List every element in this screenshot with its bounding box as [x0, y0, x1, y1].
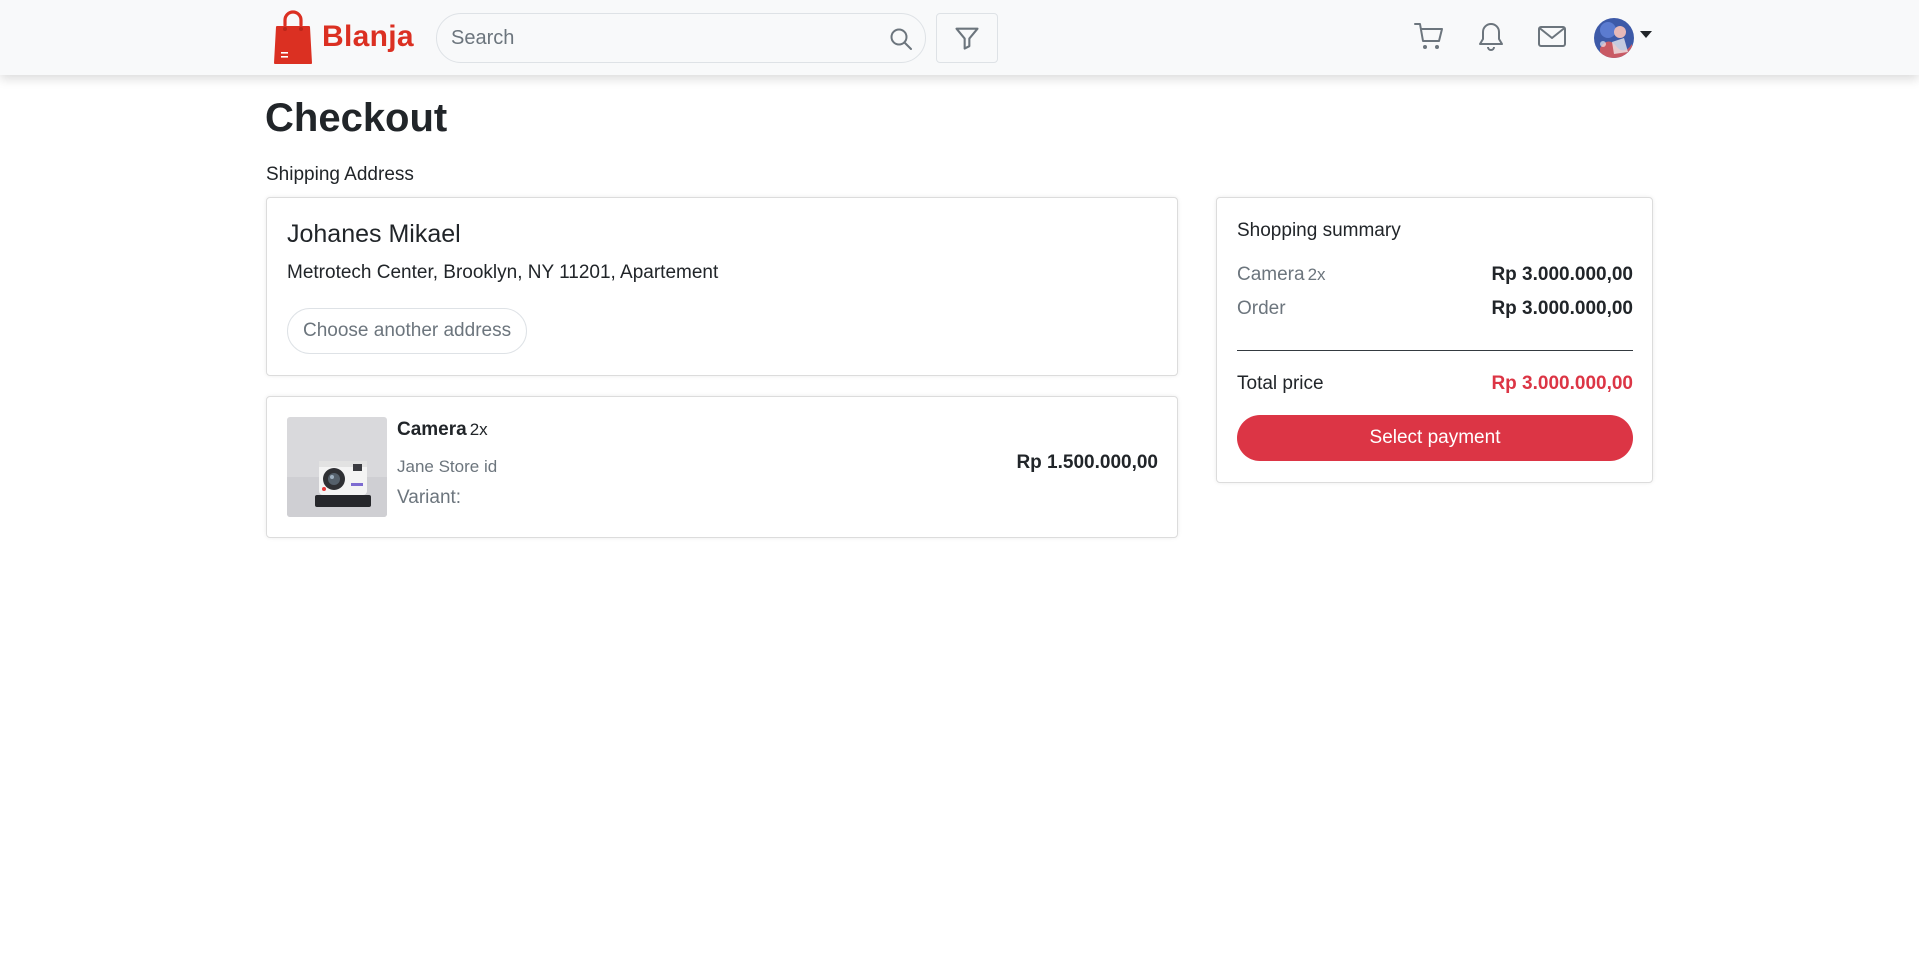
logo-bag-icon: [274, 10, 312, 64]
product-card: Camera 2x Jane Store id Variant: Rp 1.500…: [266, 396, 1178, 538]
navbar: Blanja: [0, 0, 1919, 75]
summary-item-value: Rp 3.000.000,00: [1491, 298, 1633, 319]
product-quantity: 2x: [469, 420, 488, 439]
summary-item-label: Camera 2x: [1237, 264, 1326, 285]
product-variant: Variant:: [397, 487, 462, 508]
search-icon[interactable]: [889, 27, 913, 51]
total-label: Total price: [1237, 373, 1324, 394]
avatar[interactable]: [1594, 18, 1634, 58]
product-image: [287, 417, 387, 517]
avatar-image: [1594, 18, 1634, 58]
summary-item-qty: 2x: [1307, 265, 1326, 284]
page-title: Checkout: [265, 96, 448, 140]
choose-address-button[interactable]: Choose another address: [287, 308, 528, 354]
bell-icon[interactable]: [1475, 20, 1507, 52]
total-row: Total price Rp 3.000.000,00: [1237, 373, 1633, 399]
product-name: Camera 2x: [397, 419, 488, 440]
mail-icon[interactable]: [1536, 20, 1568, 52]
summary-item-value: Rp 3.000.000,00: [1491, 264, 1633, 285]
product-store: Jane Store id: [397, 457, 498, 476]
summary-item-label: Order: [1237, 298, 1286, 319]
address-line: Metrotech Center, Brooklyn, NY 11201, Ap…: [287, 262, 719, 283]
camera-photo: [287, 417, 387, 517]
address-card: Johanes Mikael Metrotech Center, Brookly…: [266, 197, 1178, 376]
search-input[interactable]: [451, 14, 871, 62]
recipient-name: Johanes Mikael: [287, 220, 461, 248]
product-price: Rp 1.500.000,00: [1016, 452, 1158, 473]
shipping-address-label: Shipping Address: [266, 164, 414, 185]
select-payment-button[interactable]: Select payment: [1237, 415, 1633, 461]
total-value: Rp 3.000.000,00: [1491, 373, 1633, 394]
shopping-summary-card: Shopping summary Camera 2x Rp 3.000.000,0…: [1216, 197, 1653, 483]
cart-icon[interactable]: [1413, 20, 1445, 52]
caret-down-icon[interactable]: [1640, 31, 1652, 38]
brand-name: Blanja: [322, 20, 414, 53]
search-box: [436, 13, 926, 63]
filter-button[interactable]: [936, 13, 998, 63]
summary-divider: [1237, 350, 1633, 351]
brand[interactable]: Blanja: [272, 9, 414, 65]
summary-title: Shopping summary: [1237, 220, 1401, 241]
summary-row: Camera 2x Rp 3.000.000,00: [1237, 264, 1633, 290]
filter-icon: [955, 27, 979, 50]
summary-row: Order Rp 3.000.000,00: [1237, 298, 1633, 324]
